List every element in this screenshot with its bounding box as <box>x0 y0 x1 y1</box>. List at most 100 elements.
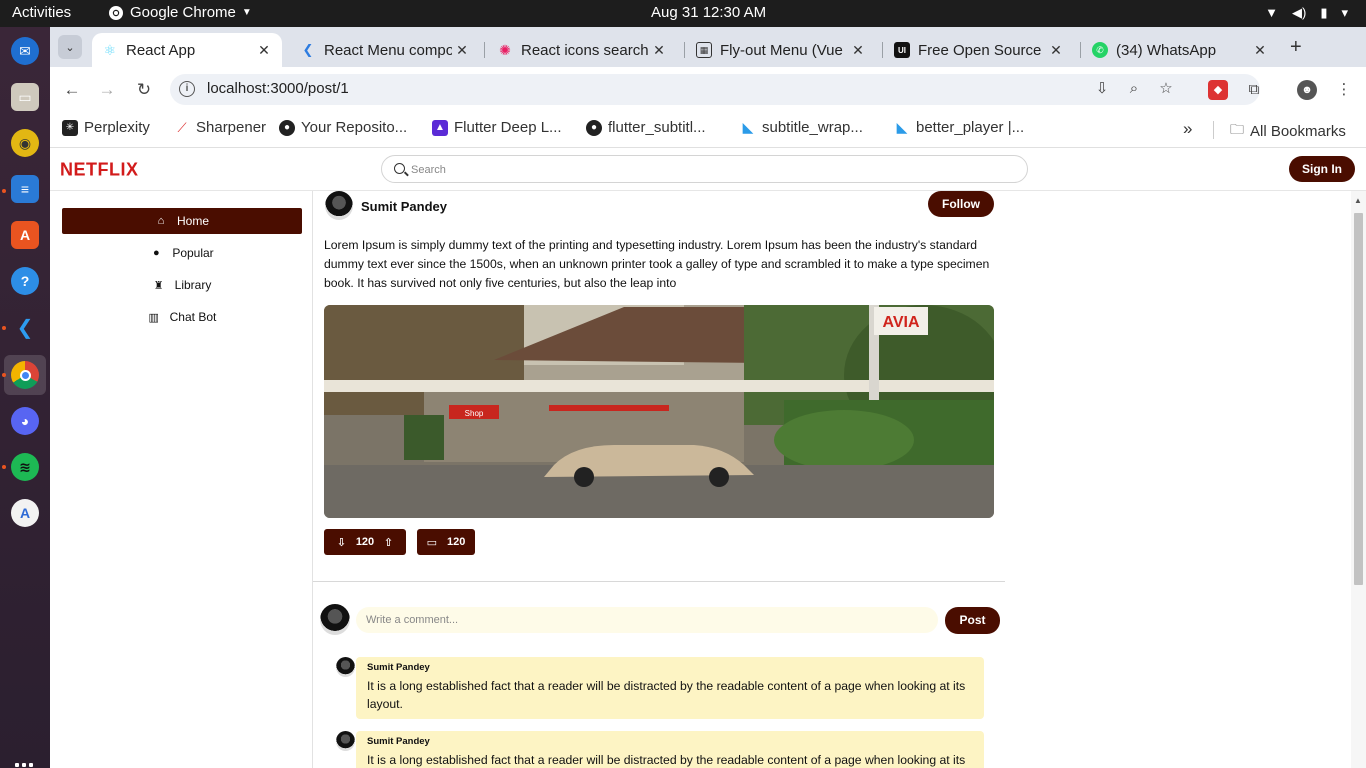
bookmark-subtitle-wrap[interactable]: ◣ subtitle_wrap... <box>740 119 863 136</box>
install-app-icon[interactable]: ⇩ <box>1092 79 1112 99</box>
software-icon[interactable]: A <box>11 221 39 249</box>
forward-icon[interactable]: → <box>96 79 118 101</box>
back-icon[interactable]: ← <box>61 79 83 101</box>
show-apps-icon[interactable] <box>15 763 35 768</box>
tab-search-button[interactable]: ⌄ <box>58 35 82 59</box>
extension-red-icon[interactable]: ◆ <box>1208 80 1228 100</box>
whatsapp-icon: ✆ <box>1092 42 1108 58</box>
comment-avatar[interactable] <box>336 731 355 751</box>
sidebar-item-popular[interactable]: ● Popular <box>62 240 302 266</box>
folder-icon: 🗀 <box>1230 121 1244 137</box>
author-avatar[interactable] <box>325 191 353 220</box>
comment-author[interactable]: Sumit Pandey <box>367 662 973 673</box>
vscode-icon[interactable]: ❮ <box>11 313 39 341</box>
tab-fly-out-menu[interactable]: ▦ Fly-out Menu (Vue ✕ <box>686 33 876 67</box>
close-icon[interactable]: ✕ <box>1250 42 1270 59</box>
comment-author[interactable]: Sumit Pandey <box>367 736 973 747</box>
bookmarks-overflow-icon[interactable]: » <box>1183 119 1192 139</box>
current-user-avatar[interactable] <box>320 604 350 635</box>
address-bar[interactable]: i localhost:3000/post/1 ⇩ ⌕ ☆ <box>170 74 1260 105</box>
info-icon[interactable]: i <box>179 81 195 97</box>
upvote-icon[interactable]: ⇧ <box>384 536 393 549</box>
bookmark-flutter-deep[interactable]: ▲ Flutter Deep L... <box>432 119 562 136</box>
tab-whatsapp[interactable]: ✆ (34) WhatsApp ✕ <box>1082 33 1278 67</box>
follow-button[interactable]: Follow <box>928 191 994 217</box>
close-icon[interactable]: ✕ <box>452 42 472 59</box>
chrome-small-icon <box>109 5 123 20</box>
activities-button[interactable]: Activities <box>12 4 71 21</box>
tab-react-icons[interactable]: ✺ React icons search ✕ <box>487 33 677 67</box>
extensions-icon[interactable]: ⧉ <box>1244 80 1264 100</box>
files-icon[interactable]: ▭ <box>11 83 39 111</box>
comment-text: It is a long established fact that a rea… <box>367 679 966 711</box>
comment-text: It is a long established fact that a rea… <box>367 753 966 767</box>
comment-avatar[interactable] <box>336 657 355 677</box>
sharpener-icon: ⟋ <box>177 119 187 135</box>
bookmark-repository[interactable]: ● Your Reposito... <box>279 119 407 136</box>
app-store-icon[interactable]: A <box>11 499 39 527</box>
new-tab-button[interactable]: + <box>1290 36 1302 59</box>
github-icon: ● <box>279 119 295 136</box>
clock[interactable]: Aug 31 12:30 AM <box>651 4 766 21</box>
app-header: NETFLIX Sign In <box>50 148 1366 191</box>
system-tray[interactable]: ▼ ◀) ▮ ▾ <box>1265 5 1348 21</box>
bookmark-perplexity[interactable]: ✳ Perplexity <box>62 119 150 136</box>
chevron-down-icon: ⌄ <box>65 41 75 54</box>
tab-free-open-source[interactable]: UI Free Open Source ✕ <box>884 33 1074 67</box>
post-image[interactable]: Shop AVIA <box>324 305 994 518</box>
discord-icon[interactable]: ◕ <box>11 407 39 435</box>
reload-icon[interactable]: ↻ <box>133 79 155 101</box>
comment-field[interactable] <box>356 607 938 633</box>
scrollbar-thumb[interactable] <box>1354 213 1363 585</box>
bookmark-flutter-subtitle[interactable]: ● flutter_subtitl... <box>586 119 706 136</box>
netflix-logo[interactable]: NETFLIX <box>60 158 139 180</box>
home-icon: ⌂ <box>157 215 165 227</box>
close-icon[interactable]: ✕ <box>848 42 868 59</box>
bookmark-sharpener[interactable]: ⟋ Sharpener <box>174 119 266 136</box>
vote-count: 120 <box>355 536 375 548</box>
writer-icon[interactable]: ≡ <box>11 175 39 203</box>
sidebar: ⌂ Home ● Popular ♜ Library ▥ Chat Bot <box>50 191 313 768</box>
zoom-icon[interactable]: ⌕ <box>1124 79 1144 99</box>
spotify-icon[interactable]: ≋ <box>11 453 39 481</box>
thunderbird-icon[interactable]: ✉ <box>11 37 39 65</box>
sidebar-item-label: Library <box>174 278 212 292</box>
flutter-icon: ◣ <box>742 119 754 135</box>
tab-react-app[interactable]: ⚛ React App ✕ <box>92 33 282 67</box>
app-menu[interactable]: Google Chrome ▼ <box>108 4 252 21</box>
post-author[interactable]: Sumit Pandey <box>361 199 447 214</box>
search-input[interactable] <box>411 160 1011 179</box>
chrome-icon[interactable] <box>11 361 39 389</box>
close-icon[interactable]: ✕ <box>649 42 669 59</box>
tab-react-menu[interactable]: ❮ React Menu compo ✕ <box>290 33 480 67</box>
grid-icon: ▦ <box>696 42 712 58</box>
bookmark-label: Flutter Deep L... <box>454 119 562 136</box>
url-text[interactable]: localhost:3000/post/1 <box>207 80 349 97</box>
all-bookmarks-button[interactable]: 🗀 All Bookmarks <box>1230 119 1346 143</box>
post-comment-button[interactable]: Post <box>945 607 1000 634</box>
sidebar-item-library[interactable]: ♜ Library <box>62 272 302 298</box>
sidebar-item-chat-bot[interactable]: ▥ Chat Bot <box>62 304 302 330</box>
bookmark-better-player[interactable]: ◣ better_player |... <box>894 119 1025 136</box>
close-icon[interactable]: ✕ <box>1046 42 1066 59</box>
profile-avatar-icon[interactable]: ☻ <box>1297 80 1317 100</box>
downvote-icon[interactable]: ⇩ <box>337 536 346 549</box>
wifi-icon: ▼ <box>1265 5 1278 20</box>
scroll-up-icon[interactable]: ▲ <box>1354 196 1362 205</box>
bookmark-label: flutter_subtitl... <box>608 119 706 136</box>
rhythmbox-icon[interactable]: ◉ <box>11 129 39 157</box>
bookmark-star-icon[interactable]: ☆ <box>1156 79 1176 99</box>
page-scrollbar[interactable]: ▲ <box>1351 191 1366 768</box>
sidebar-item-home[interactable]: ⌂ Home <box>62 208 302 234</box>
comment-input[interactable] <box>356 607 938 633</box>
close-icon[interactable]: ✕ <box>254 42 274 59</box>
divider <box>313 581 1005 582</box>
search-bar[interactable] <box>381 155 1028 183</box>
bookmark-label: Perplexity <box>84 119 150 136</box>
flutter-icon: ▲ <box>432 119 448 136</box>
battery-icon: ▮ <box>1320 5 1328 20</box>
help-icon[interactable]: ? <box>11 267 39 295</box>
sign-in-button[interactable]: Sign In <box>1289 156 1355 182</box>
comments-button[interactable]: ▭ 120 <box>417 529 475 555</box>
more-menu-icon[interactable]: ⋮ <box>1334 80 1354 100</box>
